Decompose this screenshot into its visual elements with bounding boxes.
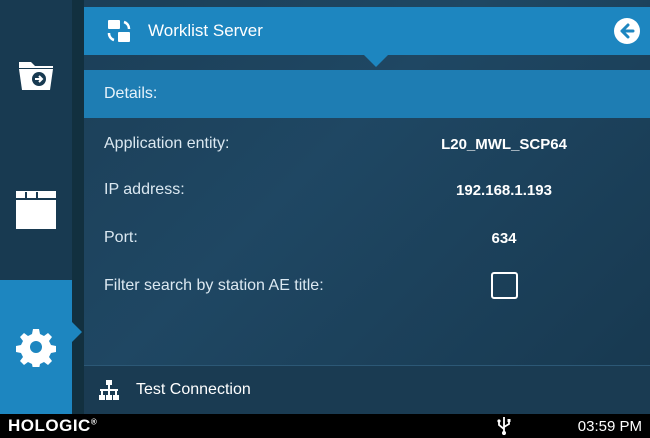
filter-station-ae-label: Filter search by station AE title: — [104, 277, 324, 294]
ip-address-label: IP address: — [104, 181, 185, 198]
nav-window-button[interactable] — [0, 140, 72, 280]
application-entity-row: Application entity: L20_MWL_SCP64 — [104, 132, 650, 156]
page-title: Worklist Server — [148, 21, 263, 40]
port-label: Port: — [104, 229, 138, 246]
details-section-header: Details: — [84, 70, 650, 118]
folder-arrow-icon — [19, 62, 53, 90]
nav-rail — [0, 0, 72, 414]
status-bar: HOLOGIC® 03:59 PM — [0, 414, 650, 438]
clock: 03:59 PM — [577, 418, 642, 435]
header-notch — [364, 55, 388, 67]
window-icon — [16, 191, 56, 229]
page-header: Worklist Server — [84, 7, 650, 67]
gear-icon — [16, 329, 56, 367]
filter-station-ae-checkbox[interactable] — [491, 272, 518, 299]
filter-station-ae-row: Filter search by station AE title: — [104, 272, 650, 299]
port-row: Port: 634 — [104, 226, 650, 250]
nav-selection-pointer — [72, 322, 82, 342]
test-connection-label: Test Connection — [136, 381, 251, 398]
arrow-left-icon — [620, 23, 635, 39]
worklist-sync-icon — [107, 20, 131, 42]
test-connection-button[interactable]: Test Connection — [84, 365, 650, 414]
network-icon — [99, 380, 119, 400]
rail-separator — [72, 0, 84, 414]
ip-address-row: IP address: 192.168.1.193 — [104, 178, 650, 202]
application-entity-value[interactable]: L20_MWL_SCP64 — [404, 136, 604, 153]
back-button[interactable] — [614, 18, 640, 44]
application-entity-label: Application entity: — [104, 135, 230, 152]
nav-settings-button[interactable] — [0, 280, 72, 414]
details-title: Details: — [104, 85, 158, 102]
ip-address-value[interactable]: 192.168.1.193 — [404, 182, 604, 199]
usb-icon — [497, 417, 511, 435]
screen: Worklist Server Details: Application ent… — [0, 0, 650, 414]
port-value[interactable]: 634 — [404, 230, 604, 247]
nav-open-folder-button[interactable] — [0, 10, 72, 140]
hologic-logo: HOLOGIC® — [8, 416, 98, 435]
